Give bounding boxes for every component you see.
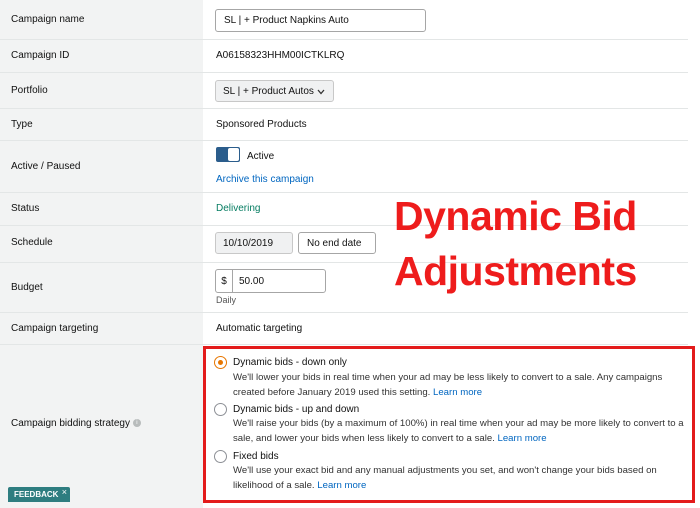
learn-more-link[interactable]: Learn more: [433, 387, 482, 398]
toggle-state-label: Active: [247, 151, 275, 162]
status-value: Delivering: [216, 203, 261, 214]
campaign-name-value: SL | + Product Napkins Auto: [224, 15, 349, 26]
campaign-name-label: Campaign name: [11, 14, 85, 25]
learn-more-link[interactable]: Learn more: [317, 480, 366, 491]
option-desc-text: We'll use your exact bid and any manual …: [233, 465, 657, 491]
radio-fixed-bids[interactable]: [214, 450, 227, 463]
feedback-button[interactable]: FEEDBACK ×: [8, 487, 70, 502]
campaign-targeting-value: Automatic targeting: [216, 323, 303, 334]
bidding-strategy-label: Campaign bidding strategy: [11, 418, 130, 429]
schedule-label: Schedule: [11, 237, 53, 248]
option-title: Dynamic bids - up and down: [233, 404, 360, 415]
archive-campaign-link[interactable]: Archive this campaign: [216, 174, 314, 185]
active-paused-label: Active / Paused: [11, 161, 81, 172]
option-title: Fixed bids: [233, 451, 279, 462]
option-desc-text: We'll raise your bids (by a maximum of 1…: [233, 418, 684, 444]
budget-period: Daily: [216, 295, 237, 305]
budget-value: 50.00: [239, 275, 265, 287]
end-date-picker[interactable]: No end date: [298, 232, 376, 254]
radio-dynamic-up-down[interactable]: [214, 403, 227, 416]
feedback-label: FEEDBACK: [14, 490, 59, 499]
start-date-picker[interactable]: 10/10/2019: [215, 232, 293, 254]
budget-input[interactable]: $ 50.00: [215, 269, 326, 293]
type-label: Type: [11, 119, 33, 130]
option-description: We'll use your exact bid and any manual …: [233, 463, 691, 493]
budget-label: Budget: [11, 282, 43, 293]
campaign-id-value: A06158323HHM00ICTKLRQ: [216, 50, 345, 61]
overlay-headline-line1: Dynamic Bid: [394, 193, 637, 239]
chevron-down-icon: [317, 89, 325, 95]
toggle-knob: [228, 148, 239, 161]
bidding-strategy-label-row: Campaign bidding strategy i: [11, 418, 141, 429]
label-column: [0, 0, 203, 508]
campaign-id-label: Campaign ID: [11, 50, 70, 61]
status-label: Status: [11, 203, 40, 214]
start-date-value: 10/10/2019: [223, 237, 274, 249]
radio-dynamic-down-only[interactable]: [214, 356, 227, 369]
row-divider: [0, 312, 688, 313]
portfolio-value: SL | + Product Autos: [223, 85, 314, 97]
row-divider: [0, 39, 688, 40]
row-divider: [0, 140, 688, 141]
campaign-name-input[interactable]: SL | + Product Napkins Auto: [215, 9, 426, 32]
row-divider: [0, 108, 688, 109]
portfolio-select[interactable]: SL | + Product Autos: [215, 80, 334, 102]
close-icon[interactable]: ×: [62, 487, 67, 497]
portfolio-label: Portfolio: [11, 85, 48, 96]
option-description: We'll raise your bids (by a maximum of 1…: [233, 416, 691, 446]
end-date-value: No end date: [307, 237, 362, 249]
active-toggle[interactable]: [216, 147, 240, 162]
currency-prefix: $: [216, 270, 233, 292]
option-description: We'll lower your bids in real time when …: [233, 370, 691, 400]
option-title: Dynamic bids - down only: [233, 357, 347, 368]
row-divider: [0, 72, 688, 73]
campaign-targeting-label: Campaign targeting: [11, 323, 99, 334]
row-divider: [0, 344, 688, 345]
type-value: Sponsored Products: [216, 119, 307, 130]
learn-more-link[interactable]: Learn more: [498, 433, 547, 444]
overlay-headline-line2: Adjustments: [394, 248, 637, 294]
info-icon[interactable]: i: [132, 419, 141, 428]
